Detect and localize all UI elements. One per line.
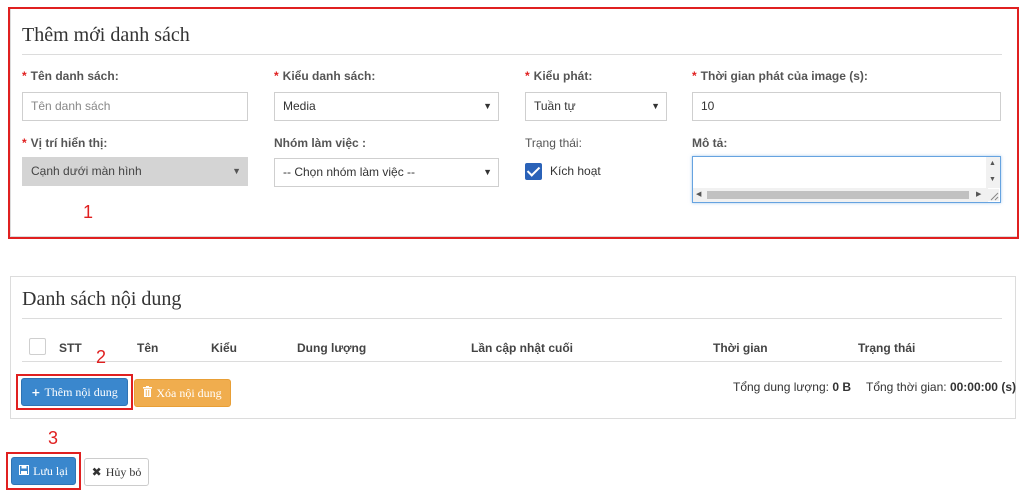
position-label: * Vị trí hiển thị: — [22, 136, 108, 150]
form-title: Thêm mới danh sách — [22, 24, 190, 46]
list-type-select[interactable]: Media ▼ — [274, 92, 499, 121]
description-textarea[interactable]: ▲ ▼ ◀ ▶ — [692, 156, 1001, 203]
workgroup-value: -- Chọn nhóm làm việc -- — [283, 165, 416, 179]
close-icon: ✖ — [91, 465, 102, 479]
save-label: Lưu lại — [33, 463, 68, 478]
horizontal-scrollbar[interactable]: ◀ ▶ — [693, 188, 988, 202]
column-header-last-updated[interactable]: Lần cập nhật cuối — [471, 341, 573, 355]
annotation-number-1: 1 — [83, 202, 94, 222]
caret-down-icon: ▼ — [483, 101, 492, 111]
scroll-up-icon[interactable]: ▲ — [989, 160, 996, 168]
select-all-checkbox[interactable] — [29, 338, 46, 355]
plus-icon: + — [31, 385, 41, 399]
name-input[interactable]: Tên danh sách — [22, 92, 248, 121]
status-checkbox-label[interactable]: Kích hoạt — [550, 164, 601, 178]
floppy-icon — [19, 464, 30, 479]
column-header-type[interactable]: Kiểu — [211, 341, 237, 355]
column-header-stt[interactable]: STT — [59, 341, 82, 355]
list-type-value: Media — [283, 99, 316, 113]
description-label: Mô tả: — [692, 136, 728, 150]
resize-grip-icon[interactable] — [987, 189, 999, 201]
workgroup-select[interactable]: -- Chọn nhóm làm việc -- ▼ — [274, 158, 499, 187]
column-header-duration[interactable]: Thời gian — [713, 341, 768, 355]
position-select[interactable]: Cạnh dưới màn hình ▼ — [22, 157, 248, 186]
delete-content-label: Xóa nội dung — [156, 385, 222, 400]
cancel-label: Hủy bỏ — [105, 464, 142, 479]
scroll-right-icon[interactable]: ▶ — [976, 191, 981, 199]
workgroup-label: Nhóm làm việc : — [274, 136, 367, 150]
scroll-left-icon[interactable]: ◀ — [696, 191, 701, 199]
caret-down-icon: ▼ — [232, 166, 241, 176]
cancel-button[interactable]: ✖ Hủy bỏ — [84, 458, 149, 486]
add-content-label: Thêm nội dung — [44, 384, 118, 399]
total-size: Tổng dung lượng: 0 B — [733, 380, 851, 394]
total-time: Tổng thời gian: 00:00:00 (s) — [866, 380, 1016, 394]
annotation-number-2: 2 — [96, 347, 107, 367]
image-duration-label: * Thời gian phát của image (s): — [692, 69, 868, 83]
name-label: * Tên danh sách: — [22, 69, 119, 83]
status-checkbox[interactable] — [525, 163, 542, 180]
status-label: Trạng thái: — [525, 136, 582, 150]
column-header-name[interactable]: Tên — [137, 341, 158, 355]
column-header-size[interactable]: Dung lượng — [297, 341, 366, 355]
form-title-divider — [22, 54, 1002, 55]
play-mode-select[interactable]: Tuần tự ▼ — [525, 92, 667, 121]
scroll-down-icon[interactable]: ▼ — [989, 176, 996, 184]
content-list-title-divider — [22, 318, 1002, 319]
caret-down-icon: ▼ — [651, 101, 660, 111]
content-list-title: Danh sách nội dung — [22, 288, 182, 310]
column-header-status[interactable]: Trạng thái — [858, 341, 915, 355]
annotation-number-3: 3 — [48, 428, 59, 448]
play-mode-label: * Kiểu phát: — [525, 69, 593, 83]
scroll-thumb[interactable] — [707, 191, 969, 199]
save-button[interactable]: Lưu lại — [11, 457, 76, 485]
table-header-divider — [22, 361, 1002, 362]
trash-icon — [143, 385, 153, 401]
list-type-label: * Kiểu danh sách: — [274, 69, 376, 83]
caret-down-icon: ▼ — [483, 167, 492, 177]
add-content-button[interactable]: + Thêm nội dung — [21, 378, 128, 406]
position-value: Cạnh dưới màn hình — [31, 164, 142, 178]
play-mode-value: Tuần tự — [534, 99, 576, 113]
delete-content-button[interactable]: Xóa nội dung — [134, 379, 231, 407]
vertical-scrollbar[interactable]: ▲ ▼ — [986, 157, 1000, 188]
image-duration-input[interactable]: 10 — [692, 92, 1001, 121]
